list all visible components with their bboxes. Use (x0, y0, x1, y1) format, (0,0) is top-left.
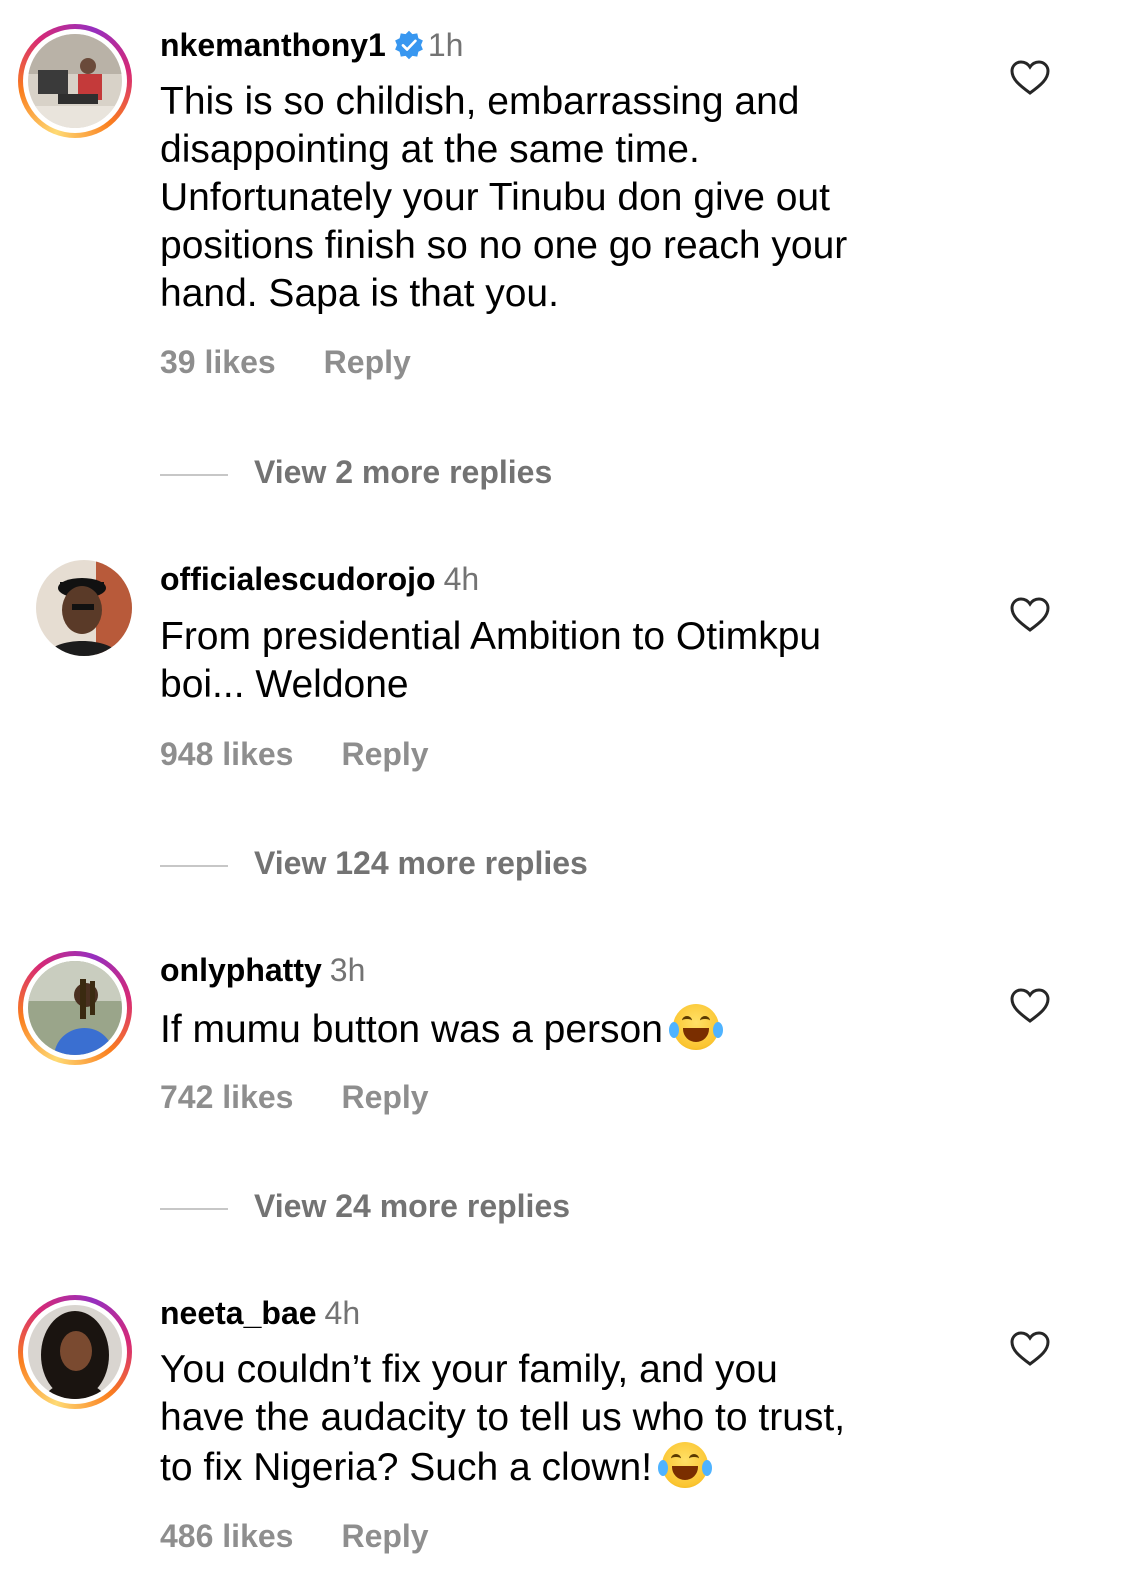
view-replies-button[interactable]: View 124 more replies (160, 843, 588, 883)
avatar-container[interactable] (18, 542, 132, 656)
avatar (28, 961, 122, 1055)
comment-username[interactable]: neeta_bae (160, 1295, 317, 1331)
face-with-tears-of-joy-emoji (658, 1442, 713, 1488)
replies-divider (160, 1207, 228, 1210)
comment-username[interactable]: onlyphatty (160, 952, 322, 988)
heart-outline-icon[interactable] (1010, 1331, 1050, 1367)
like-count[interactable]: 39 likes (160, 344, 276, 380)
reply-button[interactable]: Reply (324, 344, 411, 380)
reply-button[interactable]: Reply (341, 736, 428, 772)
avatar (28, 34, 122, 128)
view-replies-button[interactable]: View 24 more replies (160, 1186, 570, 1226)
comment-text: You couldn’t fix your family, and you ha… (160, 1348, 846, 1489)
heart-outline-icon[interactable] (1010, 60, 1050, 96)
replies-divider (160, 864, 228, 867)
avatar (28, 1305, 122, 1399)
comment-timestamp: 1h (427, 27, 464, 63)
comment-text: This is so childish, embarrassing and di… (160, 80, 848, 315)
avatar-story-ring[interactable] (18, 1295, 132, 1409)
reply-button[interactable]: Reply (341, 1079, 428, 1115)
comment-username[interactable]: nkemanthony1 (160, 27, 386, 63)
avatar-story-ring[interactable] (18, 951, 132, 1065)
heart-outline-icon[interactable] (1010, 988, 1050, 1024)
comment-timestamp: 4h (443, 561, 480, 597)
comment-username[interactable]: officialescudorojo (160, 561, 436, 597)
face-with-tears-of-joy-emoji (668, 1004, 723, 1050)
view-replies-button[interactable]: View 2 more replies (160, 452, 552, 492)
avatar-story-ring[interactable] (18, 24, 132, 138)
comment-text: If mumu button was a person (160, 1004, 960, 1054)
avatar (36, 560, 132, 656)
like-count[interactable]: 948 likes (160, 736, 293, 772)
heart-outline-icon[interactable] (1010, 597, 1050, 633)
comment-text: From presidential Ambition to Otimkpu bo… (160, 615, 822, 706)
comment-timestamp: 4h (324, 1295, 361, 1331)
verified-badge-icon (394, 30, 423, 60)
reply-button[interactable]: Reply (341, 1518, 428, 1554)
comment-timestamp: 3h (329, 952, 366, 988)
replies-divider (160, 473, 228, 476)
like-count[interactable]: 742 likes (160, 1079, 293, 1115)
like-count[interactable]: 486 likes (160, 1518, 293, 1554)
